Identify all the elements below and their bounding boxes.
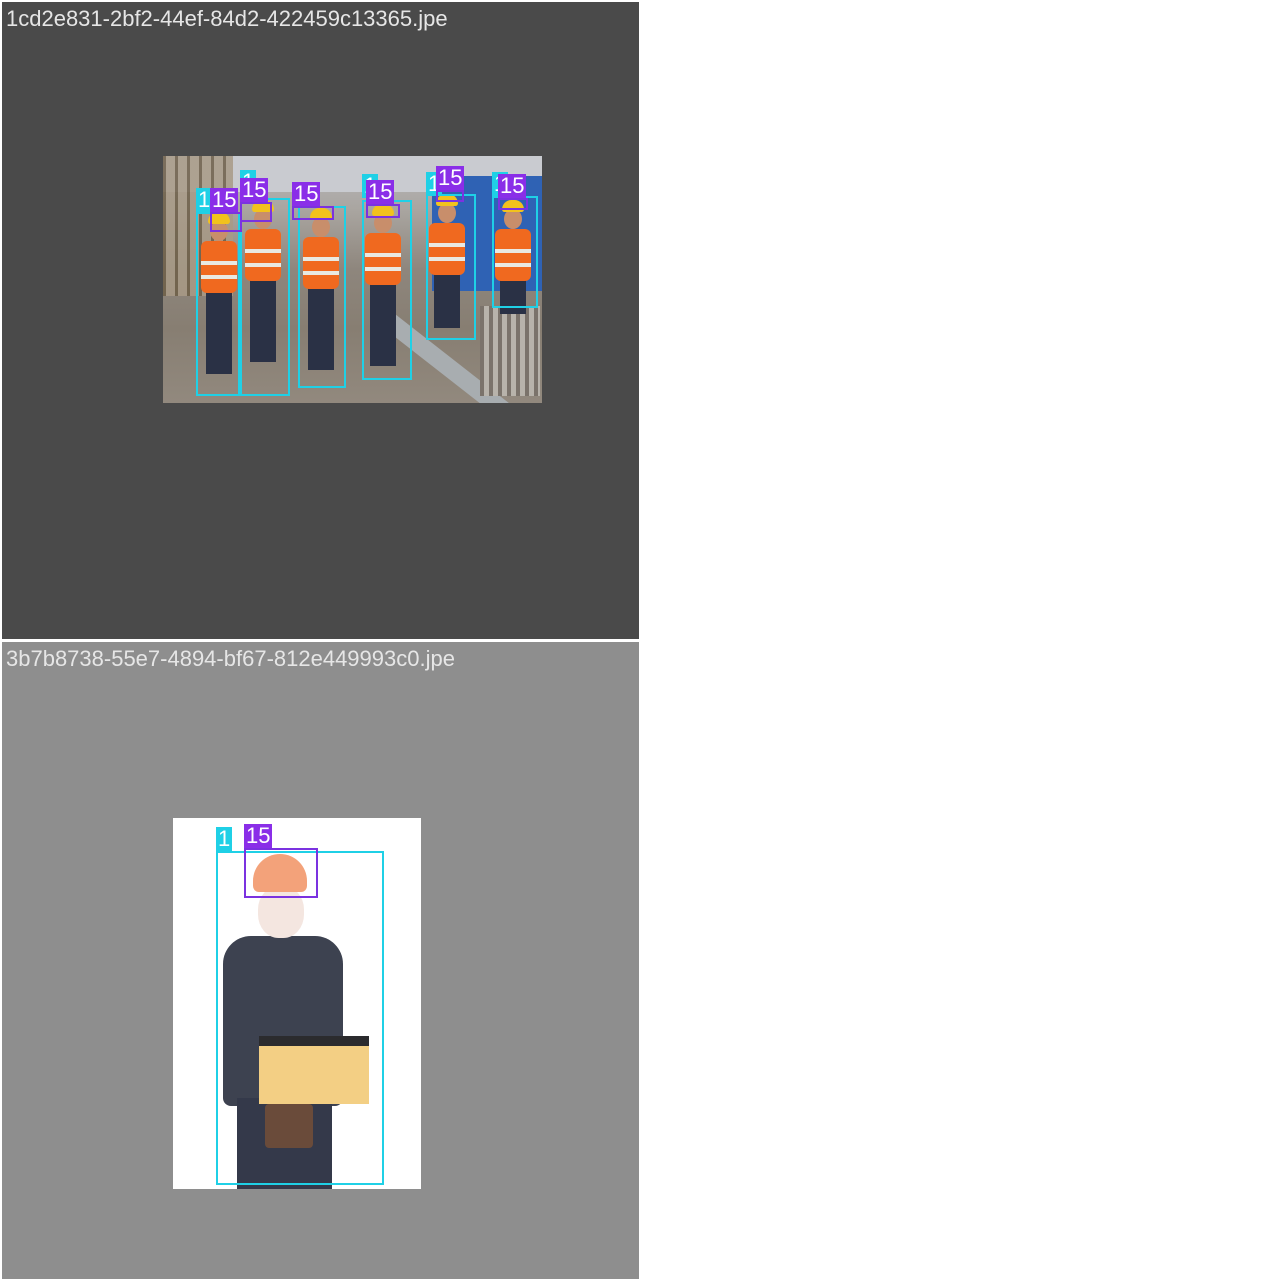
image-tile[interactable]: 3b7b8738-55e7-4894-bf67-812e449993c0.jpe…	[2, 642, 639, 1279]
image-tile[interactable]: 1cd2e831-2bf2-44ef-84d2-422459c13365.jpe…	[2, 2, 639, 639]
helmet-label-tag: 15	[244, 823, 273, 848]
image-filename: 1cd2e831-2bf2-44ef-84d2-422459c13365.jpe	[6, 6, 448, 31]
helmet-label-tag: 15	[240, 177, 269, 202]
helmet-bounding-box[interactable]	[210, 212, 242, 232]
helmet-label-tag: 15	[366, 179, 395, 204]
helmet-bounding-box[interactable]	[240, 202, 272, 222]
helmet-bounding-box[interactable]	[292, 206, 334, 220]
helmet-bounding-box[interactable]	[366, 204, 400, 218]
person-label-tag: 1	[216, 826, 233, 851]
person-bounding-box[interactable]	[362, 200, 412, 380]
person-bounding-box[interactable]	[492, 196, 538, 308]
image-filename: 3b7b8738-55e7-4894-bf67-812e449993c0.jpe	[6, 646, 455, 671]
helmet-label-tag: 15	[292, 181, 321, 206]
person-bounding-box[interactable]	[298, 206, 346, 388]
person-bounding-box[interactable]	[426, 194, 476, 340]
person-bounding-box[interactable]	[216, 851, 384, 1185]
helmet-bounding-box[interactable]	[498, 198, 528, 210]
helmet-label-tag: 15	[498, 173, 527, 198]
person-bounding-box[interactable]	[240, 198, 290, 396]
helmet-bounding-box[interactable]	[244, 848, 318, 898]
helmet-label-tag: 15	[210, 187, 239, 212]
helmet-label-tag: 15	[436, 165, 465, 190]
person-bounding-box[interactable]	[196, 212, 240, 396]
helmet-bounding-box[interactable]	[436, 190, 464, 202]
